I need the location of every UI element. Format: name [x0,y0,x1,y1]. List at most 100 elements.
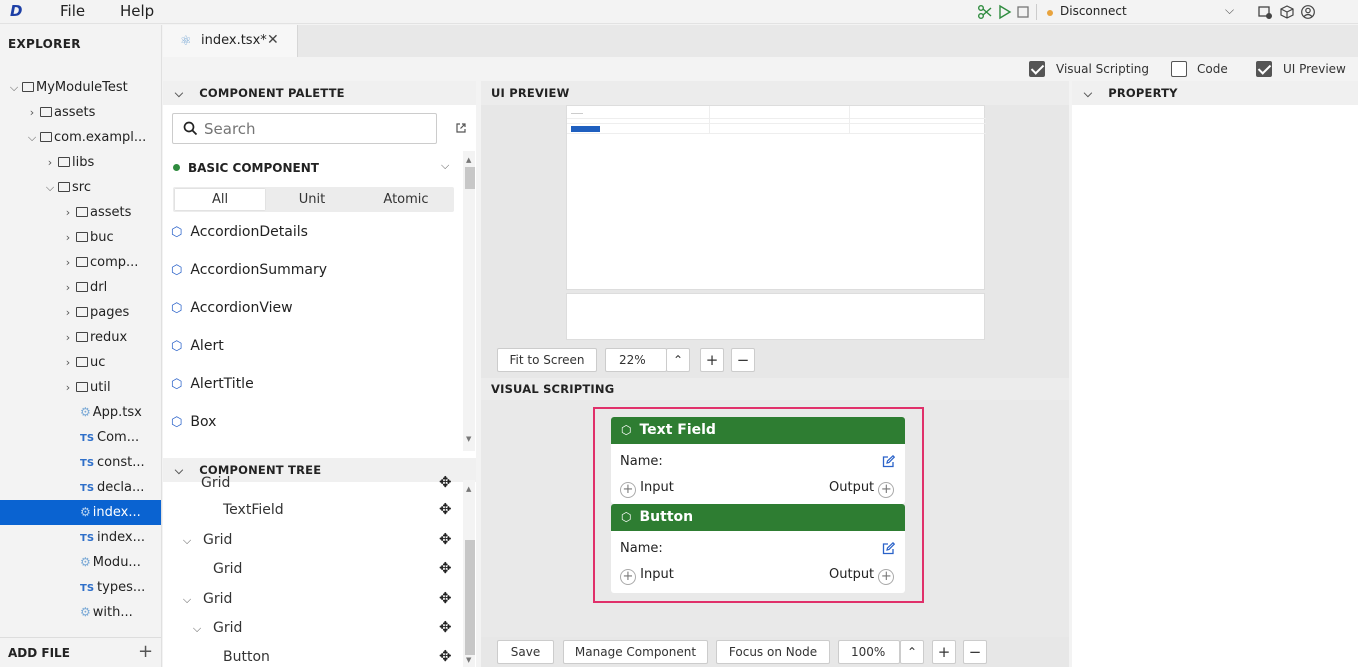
component-tree-item[interactable]: ⌵ Grid [191,617,243,640]
connection-status-select[interactable]: Disconnect [1060,4,1127,18]
node-input-port[interactable]: + Input [620,567,674,585]
zoom-in-button[interactable]: + [700,348,724,372]
filter-all[interactable]: All [175,189,265,210]
scroll-up-icon[interactable]: ▲ [466,485,471,493]
chevron-right-icon[interactable]: › [26,100,38,125]
chevron-right-icon[interactable]: › [62,200,74,225]
drag-handle-icon[interactable]: ✥ [439,589,452,607]
component-tree-item[interactable]: Grid [213,558,242,580]
edit-icon[interactable] [882,455,895,468]
focus-on-node-button[interactable]: Focus on Node [716,640,830,664]
device-icon[interactable] [1257,4,1273,20]
node-header[interactable]: ⬡ Button [611,504,905,531]
filter-atomic[interactable]: Atomic [360,189,452,210]
explorer-item[interactable]: ⌵ com.exampl... [0,125,161,150]
palette-scrollbar[interactable]: ▲ ▼ [463,151,475,451]
palette-scroll-thumb[interactable] [465,167,475,189]
chevron-right-icon[interactable]: › [62,300,74,325]
zoom-step-up-button[interactable]: ⌃ [900,640,924,664]
explorer-item[interactable]: TS decla... [0,475,161,500]
filter-unit[interactable]: Unit [267,189,357,210]
palette-item[interactable]: ⬡ AlertTitle [171,372,254,396]
chevron-right-icon[interactable]: › [62,350,74,375]
add-file-plus-icon[interactable]: + [138,641,153,662]
scroll-down-icon[interactable]: ▼ [466,435,471,443]
add-input-icon[interactable]: + [620,482,636,498]
edit-icon[interactable] [882,542,895,555]
chevron-right-icon[interactable]: › [62,275,74,300]
open-external-icon[interactable] [455,122,467,134]
component-tree-item[interactable]: ⌵ Grid [181,588,233,611]
scissors-tool-icon[interactable] [977,4,993,20]
scroll-down-icon[interactable]: ▼ [466,656,471,664]
explorer-item[interactable]: TS index... [0,525,161,550]
explorer-item[interactable]: › comp... [0,250,161,275]
add-input-icon[interactable]: + [620,569,636,585]
explorer-item[interactable]: › redux [0,325,161,350]
component-palette-header[interactable]: ⌵ COMPONENT PALETTE [163,81,476,105]
visual-scripting-checkbox[interactable] [1029,61,1045,77]
preview-zoom-field[interactable]: 22% [605,348,667,372]
package-icon[interactable] [1279,4,1295,20]
chevron-down-icon[interactable]: ⌵ [191,618,203,640]
component-tree-item[interactable]: Grid [201,472,230,494]
chevron-down-icon[interactable]: ⌵ [44,175,56,200]
node-header[interactable]: ⬡ Text Field [611,417,905,444]
explorer-item[interactable]: ⌵ MyModuleTest [0,75,161,100]
zoom-out-button[interactable]: − [963,640,987,664]
explorer-item[interactable]: › buc [0,225,161,250]
ui-preview-checkbox[interactable] [1256,61,1272,77]
drag-handle-icon[interactable]: ✥ [439,530,452,548]
tab-index-tsx[interactable]: ⚛ index.tsx* ✕ [163,25,298,57]
add-output-icon[interactable]: + [878,482,895,498]
drag-handle-icon[interactable]: ✥ [439,647,452,665]
fit-to-screen-button[interactable]: Fit to Screen [497,348,597,372]
chevron-down-icon[interactable]: ⌵ [181,589,193,611]
zoom-out-button[interactable]: − [731,348,755,372]
zoom-step-up-button[interactable]: ⌃ [666,348,690,372]
component-tree-item[interactable]: Button [223,646,270,667]
tree-scroll-thumb[interactable] [465,540,475,655]
drag-handle-icon[interactable]: ✥ [439,473,452,491]
chevron-down-icon[interactable]: ⌵ [1225,3,1234,18]
property-header[interactable]: ⌵ PROPERTY [1072,81,1358,105]
explorer-item[interactable]: › pages [0,300,161,325]
explorer-item[interactable]: › drl [0,275,161,300]
close-tab-icon[interactable]: ✕ [267,32,279,48]
explorer-item[interactable]: ⚙ index... [0,500,161,525]
run-icon[interactable] [997,4,1013,20]
preview-canvas[interactable] [566,105,986,290]
text-field-node[interactable]: ⬡ Text Field Name: + Input Output + [611,417,905,504]
chevron-right-icon[interactable]: › [44,150,56,175]
drag-handle-icon[interactable]: ✥ [439,559,452,577]
tree-scrollbar[interactable]: ▲ ▼ [463,480,475,667]
explorer-item[interactable]: ⚙ Modu... [0,550,161,575]
node-output-port[interactable]: Output + [829,480,895,498]
drag-handle-icon[interactable]: ✥ [439,618,452,636]
menu-help[interactable]: Help [120,2,154,20]
explorer-item[interactable]: › assets [0,100,161,125]
palette-item[interactable]: ⬡ AccordionSummary [171,258,327,282]
menu-file[interactable]: File [60,2,85,20]
explorer-item[interactable]: › libs [0,150,161,175]
component-tree-item[interactable]: TextField [223,499,284,521]
node-canvas[interactable]: ⬡ Text Field Name: + Input Output + ⬡ Butt… [481,400,1069,637]
save-button[interactable]: Save [497,640,554,664]
chevron-right-icon[interactable]: › [62,225,74,250]
account-icon[interactable] [1300,4,1316,20]
code-checkbox[interactable] [1171,61,1187,77]
palette-item[interactable]: ⬡ Box [171,410,216,434]
explorer-item[interactable]: TS const... [0,450,161,475]
script-zoom-field[interactable]: 100% [838,640,900,664]
search-input[interactable] [204,118,424,140]
explorer-item[interactable]: ⚙ with... [0,600,161,625]
button-node[interactable]: ⬡ Button Name: + Input Output + [611,504,905,593]
chevron-down-icon[interactable]: ⌵ [181,530,193,552]
component-tree-item[interactable]: ⌵ Grid [181,529,233,552]
palette-item[interactable]: ⬡ AccordionView [171,296,293,320]
explorer-item[interactable]: ⚙ App.tsx [0,400,161,425]
explorer-item[interactable]: TS types... [0,575,161,600]
explorer-item[interactable]: › util [0,375,161,400]
chevron-right-icon[interactable]: › [62,375,74,400]
chevron-right-icon[interactable]: › [62,325,74,350]
